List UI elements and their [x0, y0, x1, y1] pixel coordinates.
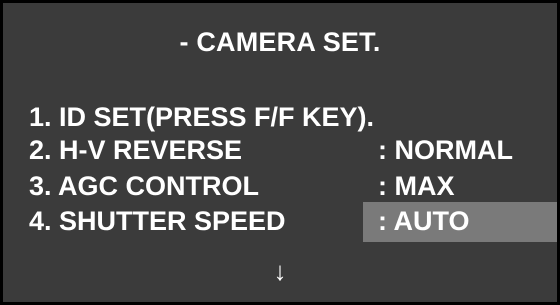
menu-item-label: 2. H-V REVERSE — [29, 135, 243, 165]
menu-item-h-v-reverse[interactable]: 2. H-V REVERSE : NORMAL — [3, 131, 557, 171]
menu-item-agc-control[interactable]: 3. AGC CONTROL : MAX — [3, 167, 557, 207]
menu-item-label: 1. ID SET(PRESS F/F KEY). — [29, 102, 375, 132]
menu-item-value: : MAX — [378, 171, 455, 201]
camera-osd-menu: - CAMERA SET. 1. ID SET(PRESS F/F KEY). … — [0, 0, 560, 305]
menu-title: - CAMERA SET. — [179, 27, 381, 57]
menu-item-label: 3. AGC CONTROL — [29, 171, 260, 201]
menu-item-value: : NORMAL — [378, 135, 513, 165]
menu-item-label: 4. SHUTTER SPEED — [29, 206, 286, 236]
menu-item-value: : AUTO — [378, 206, 470, 236]
down-arrow-icon[interactable]: ↓ — [3, 256, 557, 287]
menu-item-shutter-speed[interactable]: 4. SHUTTER SPEED : AUTO — [3, 202, 557, 242]
